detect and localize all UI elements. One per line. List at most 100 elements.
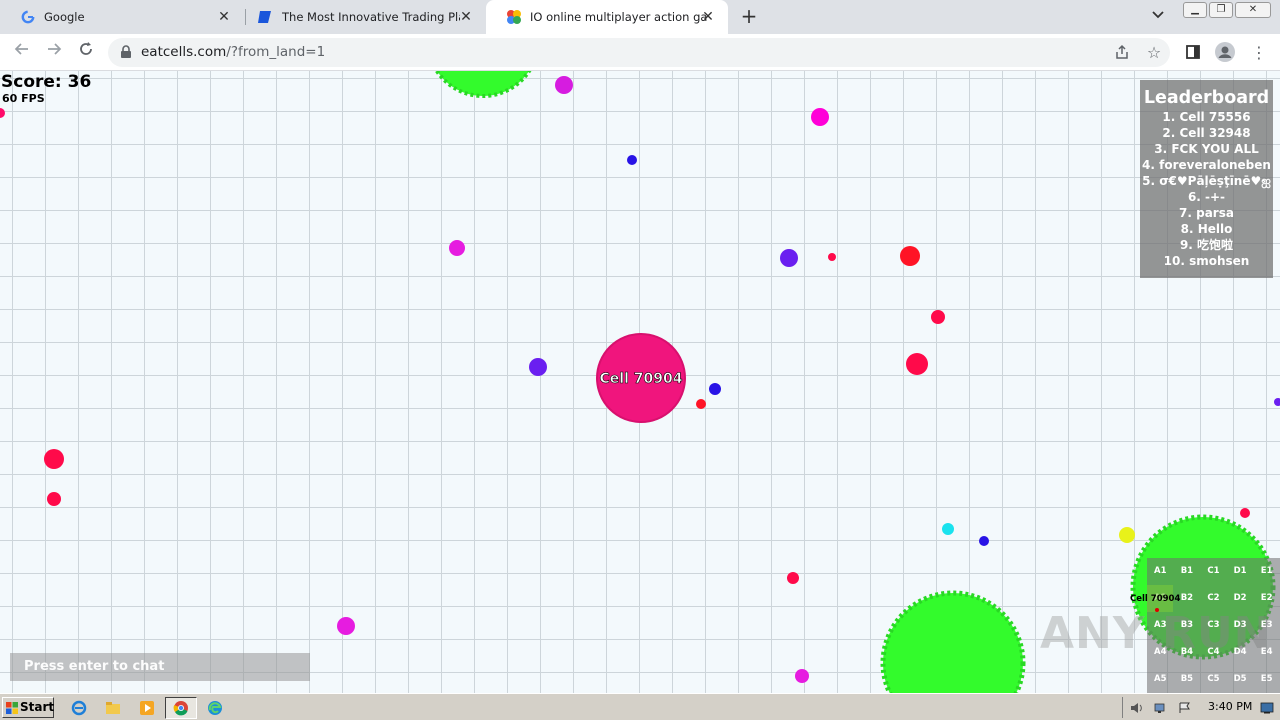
- tray-separator: [1122, 697, 1123, 718]
- share-icon[interactable]: [1111, 41, 1133, 63]
- food-pellet: [449, 240, 465, 256]
- leaderboard-entry: 9. 吃饱啦: [1179, 238, 1234, 252]
- food-pellet: [627, 155, 637, 165]
- food-pellet: [709, 383, 721, 395]
- food-pellet: [555, 76, 573, 94]
- bookmark-star-icon[interactable]: ☆: [1143, 41, 1165, 63]
- minimap-sector: B3: [1180, 620, 1194, 630]
- minimap-sector: E3: [1260, 620, 1273, 630]
- google-g-icon: [20, 9, 36, 25]
- reload-icon[interactable]: [75, 41, 97, 63]
- food-pellet: [47, 492, 61, 506]
- network-icon[interactable]: [1152, 699, 1170, 716]
- leaderboard-entry: 6. -+-: [1187, 190, 1226, 204]
- minimap-player-label: Cell 70904: [1130, 594, 1181, 604]
- tab-trading-platform[interactable]: The Most Innovative Trading Platform ✕: [238, 0, 486, 34]
- minimap-sector: E2: [1260, 593, 1273, 603]
- new-tab-icon[interactable]: +: [738, 5, 760, 27]
- minimap-player-dot: [1155, 608, 1159, 612]
- minimap-sector: B5: [1180, 674, 1194, 684]
- food-pellet: [906, 353, 928, 375]
- leaderboard-entry: 2. Cell 32948: [1162, 126, 1251, 140]
- tab-google[interactable]: Google ✕: [0, 0, 244, 34]
- back-arrow-icon[interactable]: [11, 41, 33, 63]
- leaderboard-entry: 1. Cell 75556: [1162, 110, 1251, 124]
- start-button[interactable]: Start: [2, 697, 54, 718]
- food-pellet: [931, 310, 945, 324]
- internet-explorer-icon[interactable]: [70, 699, 88, 716]
- chevron-down-icon[interactable]: [1152, 8, 1164, 22]
- food-pellet: [696, 399, 706, 409]
- game-canvas[interactable]: Cell 70904 Score: 36 60 FPS Leaderboard …: [0, 71, 1280, 693]
- address-bar[interactable]: eatcells.com/?from_land=1: [108, 38, 1170, 67]
- minimap-sector: E5: [1260, 674, 1273, 684]
- trading-platform-icon: [258, 9, 274, 25]
- food-pellet: [1119, 527, 1135, 543]
- tab-close-icon[interactable]: ✕: [216, 9, 232, 25]
- edge-icon[interactable]: [206, 699, 224, 716]
- food-pellet: [811, 108, 829, 126]
- leaderboard-entry: 10. smohsen: [1163, 254, 1250, 268]
- food-pellet: [828, 253, 836, 261]
- file-explorer-icon[interactable]: [104, 699, 122, 716]
- minimap-sector: D5: [1233, 674, 1247, 684]
- chrome-icon: [172, 699, 190, 716]
- minimap-sector: C4: [1207, 647, 1220, 657]
- leaderboard-entry: 4. foreveraloneben: [1142, 158, 1271, 172]
- food-pellet: [795, 669, 809, 683]
- window-close-icon[interactable]: ✕: [1235, 2, 1271, 18]
- minimap-sector: E4: [1260, 647, 1273, 657]
- food-pellet: [942, 523, 954, 535]
- show-desktop-icon[interactable]: [1258, 699, 1276, 716]
- minimap-grid: A1B1C1D1E1A2B2C2D2E2A3B3C3D3E3A4B4C4D4E4…: [1147, 558, 1280, 693]
- profile-avatar-icon[interactable]: [1214, 41, 1236, 63]
- leaderboard-entry: 7. parsa: [1179, 206, 1234, 220]
- minimap-sector: A5: [1154, 674, 1167, 684]
- action-center-flag-icon[interactable]: [1176, 699, 1194, 716]
- food-pellet: [529, 358, 547, 376]
- minimap: A1B1C1D1E1A2B2C2D2E2A3B3C3D3E3A4B4C4D4E4…: [1130, 558, 1280, 693]
- leaderboard-title: Leaderboard: [1143, 88, 1270, 108]
- windows-flag-icon: [6, 702, 18, 714]
- minimap-sector: C1: [1207, 566, 1220, 576]
- score-display: Score: 36: [1, 72, 92, 92]
- tab-close-icon[interactable]: ✕: [700, 9, 716, 25]
- tab-eatcells[interactable]: IO online multiplayer action game. St ✕: [486, 0, 728, 34]
- player-name: Cell 70904: [600, 371, 683, 387]
- minimap-sector: D3: [1233, 620, 1247, 630]
- virus-top: [434, 71, 532, 98]
- leaderboard-entry: 5. σ€♥Pāļēṣţīnē♥ஐ: [1142, 174, 1271, 188]
- minimap-sector: B4: [1180, 647, 1194, 657]
- leaderboard: Leaderboard 1. Cell 75556 2. Cell 32948 …: [1140, 80, 1273, 278]
- food-pellet: [900, 246, 920, 266]
- food-pellet: [780, 249, 798, 267]
- food-pellet: [0, 108, 5, 118]
- food-pellet: [787, 572, 799, 584]
- minimap-sector: D4: [1233, 647, 1247, 657]
- virus-bottom-center: [880, 590, 1026, 693]
- browser-toolbar: eatcells.com/?from_land=1 ☆ ⋮: [0, 34, 1280, 71]
- tab-close-icon[interactable]: ✕: [458, 9, 474, 25]
- minimap-sector: C2: [1207, 593, 1220, 603]
- minimap-sector: A3: [1154, 620, 1167, 630]
- food-pellet: [44, 449, 64, 469]
- minimap-sector: D2: [1233, 593, 1247, 603]
- url-text: eatcells.com/?from_land=1: [141, 44, 326, 60]
- minimap-sector: A4: [1154, 647, 1167, 657]
- minimap-sector: D1: [1233, 566, 1247, 576]
- forward-arrow-icon[interactable]: [43, 41, 65, 63]
- minimap-sector: C3: [1207, 620, 1220, 630]
- restore-icon[interactable]: ❐: [1209, 2, 1233, 18]
- chat-input[interactable]: Press enter to chat: [10, 653, 310, 681]
- taskbar: Start 3:40 PM: [0, 693, 1280, 720]
- volume-icon[interactable]: [1128, 699, 1146, 716]
- minimize-icon[interactable]: ▁: [1183, 2, 1207, 18]
- more-menu-icon[interactable]: ⋮: [1248, 41, 1270, 63]
- media-player-icon[interactable]: [138, 699, 156, 716]
- food-pellet: [979, 536, 989, 546]
- food-pellet: [1274, 398, 1280, 406]
- minimap-sector: B1: [1180, 566, 1194, 576]
- tab-bar: Google ✕ The Most Innovative Trading Pla…: [0, 0, 1280, 34]
- side-panel-icon[interactable]: [1182, 41, 1204, 63]
- minimap-sector: C5: [1207, 674, 1220, 684]
